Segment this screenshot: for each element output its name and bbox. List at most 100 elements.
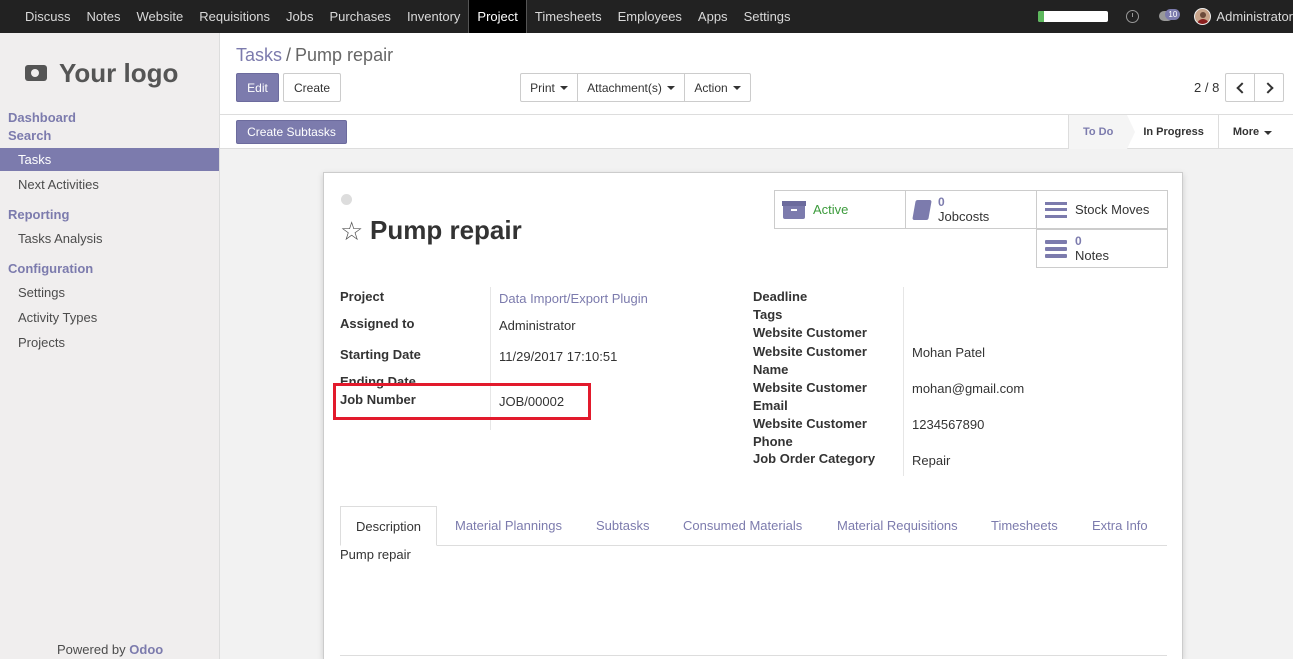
- active-toggle-button[interactable]: Active: [774, 190, 906, 229]
- notes-icon: [1045, 239, 1067, 258]
- sidebar-item-projects[interactable]: Projects: [0, 331, 219, 354]
- breadcrumb-separator: /: [286, 45, 292, 65]
- control-panel: Tasks / Pump repair Edit Create Print Atta…: [220, 33, 1293, 115]
- systray: 10 Administrator: [1038, 0, 1293, 33]
- field-starting-date[interactable]: 11/29/2017 17:10:51: [499, 349, 617, 364]
- divider: [340, 655, 1167, 656]
- menu-website[interactable]: Website: [128, 0, 191, 33]
- company-logo[interactable]: Your logo: [25, 53, 200, 93]
- archive-icon: [782, 200, 806, 219]
- stage-to-do[interactable]: To Do: [1068, 115, 1136, 149]
- field-label-starting-date: Starting Date: [340, 347, 421, 362]
- stage-more-label: More: [1232, 126, 1260, 138]
- clock-icon[interactable]: [1126, 10, 1140, 23]
- tab-timesheets[interactable]: Timesheets: [991, 506, 1058, 546]
- edit-button-label: Edit: [247, 80, 268, 95]
- tab-material-requisitions[interactable]: Material Requisitions: [837, 506, 958, 546]
- print-dropdown[interactable]: Print: [520, 73, 578, 102]
- create-subtasks-button[interactable]: Create Subtasks: [236, 120, 347, 144]
- field-divider: [903, 287, 904, 476]
- field-label-website-customer-email: Website Customer Email: [753, 380, 867, 413]
- field-label-assigned-to: Assigned to: [340, 316, 415, 331]
- field-label-deadline: Deadline: [753, 289, 808, 304]
- stock-moves-button[interactable]: Stock Moves: [1036, 190, 1168, 229]
- menu-settings[interactable]: Settings: [736, 0, 799, 33]
- create-button[interactable]: Create: [283, 73, 341, 102]
- stage-to-do-label: To Do: [1083, 126, 1114, 138]
- list-icon: [1045, 201, 1067, 218]
- kanban-state-icon[interactable]: [341, 194, 352, 205]
- sidebar-section-search[interactable]: Search: [8, 128, 51, 143]
- jobcosts-label: Jobcosts: [938, 208, 990, 224]
- menu-discuss[interactable]: Discuss: [17, 0, 79, 33]
- chevron-right-icon: [1261, 81, 1274, 94]
- sidebar-item-tasks-analysis[interactable]: Tasks Analysis: [0, 227, 219, 250]
- edit-button[interactable]: Edit: [236, 73, 279, 102]
- top-navbar: Discuss Notes Website Requisitions Jobs …: [0, 0, 1293, 33]
- stage-arrow: [1127, 115, 1136, 149]
- tab-extra-info[interactable]: Extra Info: [1092, 506, 1148, 546]
- field-label-tags: Tags: [753, 307, 783, 322]
- menu-apps[interactable]: Apps: [690, 0, 736, 33]
- chat-icon[interactable]: 10: [1159, 8, 1181, 23]
- sidebar-section-reporting[interactable]: Reporting: [8, 207, 69, 222]
- user-menu[interactable]: Administrator: [1216, 9, 1293, 24]
- avatar[interactable]: [1194, 8, 1212, 25]
- logo-text: Your logo: [59, 57, 179, 88]
- notebook-tabs: Description Material Plannings Subtasks …: [340, 506, 1167, 546]
- tab-description[interactable]: Description: [340, 506, 438, 546]
- stage-in-progress[interactable]: In Progress: [1127, 115, 1218, 149]
- field-job-order-category[interactable]: Repair: [912, 453, 950, 468]
- sidebar-section-dashboard[interactable]: Dashboard: [8, 110, 76, 125]
- camera-icon: [25, 65, 47, 81]
- menu-timesheets[interactable]: Timesheets: [527, 0, 610, 33]
- jobcosts-count: 0: [938, 194, 945, 209]
- field-website-customer-email[interactable]: mohan@gmail.com: [912, 381, 1024, 396]
- menu-project[interactable]: Project: [468, 0, 527, 33]
- sidebar-item-activity-types[interactable]: Activity Types: [0, 306, 219, 329]
- menu-requisitions[interactable]: Requisitions: [191, 0, 278, 33]
- print-label: Print: [530, 80, 555, 95]
- stage-in-progress-label: In Progress: [1143, 126, 1204, 138]
- field-assigned-to[interactable]: Administrator: [499, 318, 576, 333]
- sidebar-item-settings[interactable]: Settings: [0, 281, 219, 304]
- tab-material-plannings[interactable]: Material Plannings: [455, 506, 562, 546]
- attachment-label: Attachment(s): [587, 80, 662, 95]
- field-website-customer-name[interactable]: Mohan Patel: [912, 345, 985, 360]
- menu-purchases[interactable]: Purchases: [322, 0, 399, 33]
- planner-progress-bar[interactable]: [1038, 11, 1109, 22]
- action-dropdown[interactable]: Action: [684, 73, 751, 102]
- sidebar-section-configuration[interactable]: Configuration: [8, 261, 93, 276]
- star-icon[interactable]: ☆: [340, 218, 363, 244]
- powered-by: Powered by Odoo: [57, 642, 163, 657]
- notes-label: Notes: [1075, 247, 1109, 263]
- notes-count: 0: [1075, 233, 1082, 248]
- task-title[interactable]: Pump repair: [370, 215, 522, 246]
- menu-employees[interactable]: Employees: [610, 0, 690, 33]
- field-project[interactable]: Data Import/Export Plugin: [499, 291, 648, 306]
- tab-consumed-materials[interactable]: Consumed Materials: [683, 506, 802, 546]
- description-text[interactable]: Pump repair: [340, 547, 411, 562]
- sidebar-item-next-activities[interactable]: Next Activities: [0, 173, 219, 196]
- chat-badge: 10: [1165, 8, 1181, 20]
- tab-subtasks[interactable]: Subtasks: [596, 506, 649, 546]
- odoo-link[interactable]: Odoo: [129, 642, 163, 657]
- stage-more-dropdown[interactable]: More: [1217, 115, 1286, 149]
- sidebar-item-tasks[interactable]: Tasks: [0, 148, 219, 171]
- breadcrumb: Tasks / Pump repair: [236, 45, 393, 66]
- notes-button[interactable]: 0 Notes: [1036, 229, 1168, 268]
- attachments-dropdown[interactable]: Attachment(s): [577, 73, 685, 102]
- menu-notes[interactable]: Notes: [79, 0, 129, 33]
- powered-by-text: Powered by: [57, 642, 126, 657]
- field-label-website-customer-phone: Website Customer Phone: [753, 416, 867, 449]
- jobcosts-button[interactable]: 0 Jobcosts: [905, 190, 1037, 229]
- menu-inventory[interactable]: Inventory: [399, 0, 468, 33]
- pager-next-button[interactable]: [1254, 73, 1284, 102]
- menu-jobs[interactable]: Jobs: [278, 0, 321, 33]
- breadcrumb-tasks-link[interactable]: Tasks: [236, 45, 282, 65]
- pager-value[interactable]: 2 / 8: [1194, 80, 1219, 95]
- active-label: Active: [813, 202, 849, 217]
- breadcrumb-current: Pump repair: [295, 45, 394, 65]
- pager-previous-button[interactable]: [1225, 73, 1255, 102]
- field-website-customer-phone[interactable]: 1234567890: [912, 417, 984, 432]
